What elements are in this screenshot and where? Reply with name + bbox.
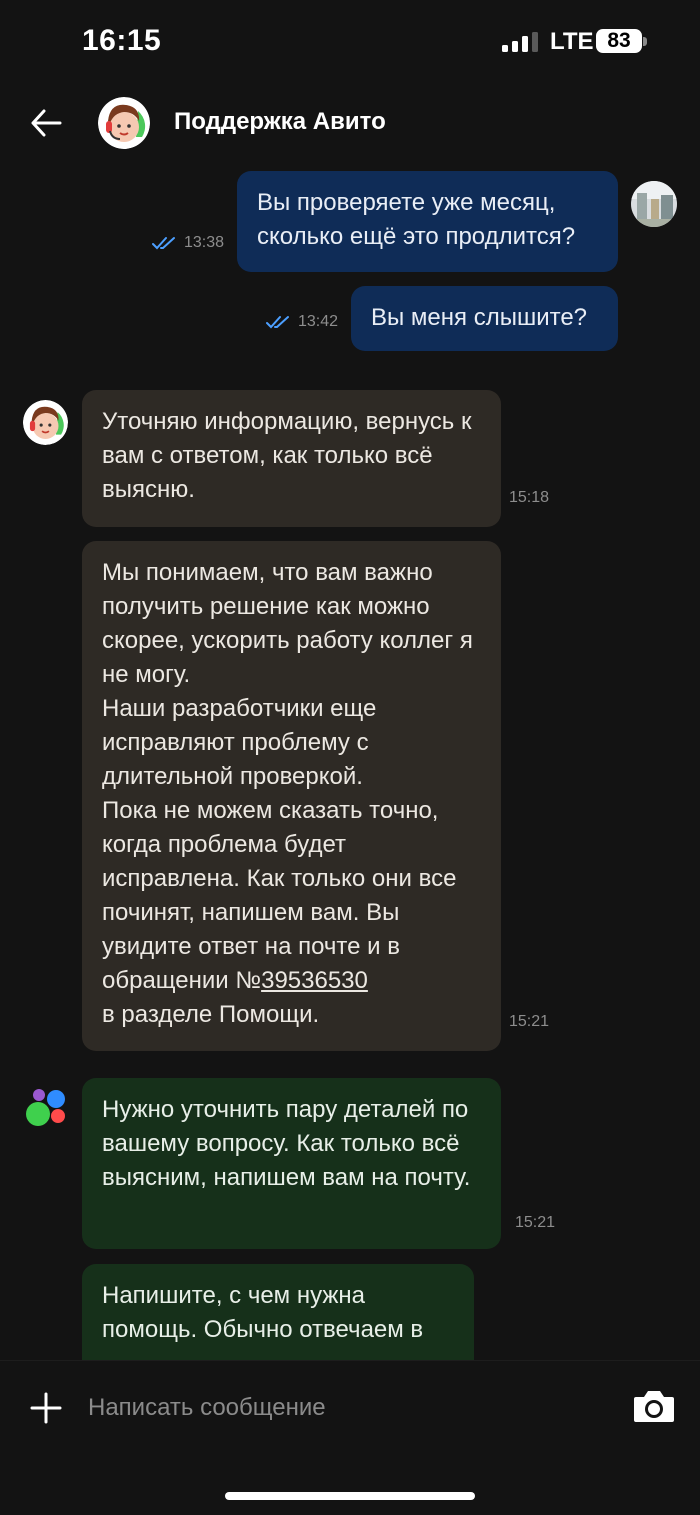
read-double-check-icon [152, 237, 175, 250]
ticket-number-link[interactable]: 39536530 [261, 967, 368, 994]
incoming-message-bubble[interactable]: Уточняю информацию, вернусь к вам с отве… [82, 390, 501, 527]
status-time: 16:15 [82, 24, 162, 57]
support-agent-icon [23, 400, 68, 445]
user-photo-icon [631, 181, 677, 227]
cellular-signal-icon [502, 32, 538, 52]
user-avatar[interactable] [631, 181, 677, 227]
back-arrow-icon[interactable] [30, 108, 62, 138]
message-text: Мы понимаем, что вам важно получить реше… [102, 559, 473, 994]
avito-logo-icon [26, 1089, 65, 1126]
message-text: Напишите, с чем нужна помощь. Обычно отв… [102, 1282, 424, 1343]
message-time: 13:38 [184, 234, 225, 251]
battery-tip [643, 37, 647, 46]
support-avatar[interactable] [98, 97, 150, 149]
bot-message-bubble[interactable]: Нужно уточнить пару деталей по вашему во… [82, 1078, 501, 1249]
message-text: Вы меня слышите? [371, 304, 588, 331]
message-text: в разделе Помощи. [102, 1001, 320, 1028]
agent-avatar[interactable] [23, 400, 68, 445]
message-input[interactable]: Написать сообщение [88, 1394, 326, 1422]
outgoing-message-bubble[interactable]: Вы проверяете уже месяц, сколько ещё это… [237, 171, 618, 272]
message-time: 15:21 [515, 1214, 556, 1231]
camera-icon[interactable] [632, 1388, 676, 1424]
message-time: 15:18 [509, 489, 550, 506]
message-time: 13:42 [298, 313, 339, 330]
incoming-message-bubble[interactable]: Мы понимаем, что вам важно получить реше… [82, 541, 501, 1051]
message-text: Нужно уточнить пару деталей по вашему во… [102, 1096, 471, 1191]
message-time: 15:21 [509, 1013, 550, 1030]
read-double-check-icon [266, 316, 289, 329]
chat-title[interactable]: Поддержка Авито [174, 108, 386, 136]
message-text: Вы проверяете уже месяц, сколько ещё это… [257, 189, 576, 250]
network-type: LTE [550, 28, 594, 55]
outgoing-message-bubble[interactable]: Вы меня слышите? [351, 286, 618, 351]
plus-icon[interactable] [30, 1392, 62, 1424]
home-indicator [225, 1492, 475, 1500]
message-text: Уточняю информацию, вернусь к вам с отве… [102, 408, 472, 503]
battery-level: 83 [596, 29, 642, 53]
support-agent-icon [98, 97, 150, 149]
